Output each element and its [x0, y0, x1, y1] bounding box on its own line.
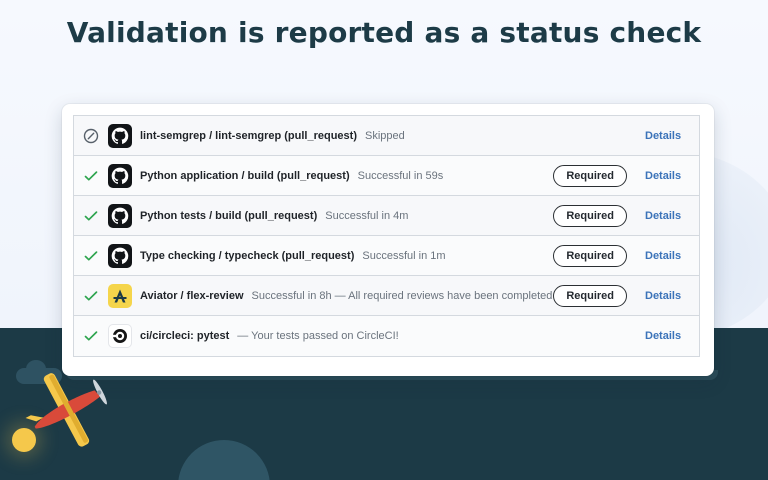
- check-description: Successful in 8h — All required reviews …: [251, 289, 553, 302]
- details-link[interactable]: Details: [645, 210, 689, 222]
- github-icon: [108, 123, 132, 148]
- details-link[interactable]: Details: [645, 290, 689, 302]
- details-link[interactable]: Details: [645, 130, 689, 142]
- check-name: Type checking / typecheck (pull_request): [140, 249, 355, 262]
- check-name: ci/circleci: pytest: [140, 330, 230, 342]
- details-link[interactable]: Details: [645, 250, 689, 262]
- aviator-logo: [108, 283, 132, 308]
- github-icon: [108, 203, 132, 228]
- check-icon: [84, 250, 98, 261]
- check-name: Aviator / flex-review: [140, 289, 244, 302]
- check-name: lint-semgrep / lint-semgrep (pull_reques…: [140, 129, 357, 142]
- check-description: — Your tests passed on CircleCI!: [237, 330, 399, 342]
- check-row-aviator: Aviator / flex-review Successful in 8h —…: [74, 276, 699, 316]
- required-badge: Required: [553, 284, 627, 307]
- check-icon: [84, 210, 98, 221]
- skipped-icon: [83, 128, 99, 143]
- check-name: Python tests / build (pull_request): [140, 209, 318, 222]
- required-badge: Required: [553, 244, 627, 267]
- airplane-icon: [25, 373, 107, 447]
- circleci-logo: [108, 324, 132, 348]
- details-link[interactable]: Details: [645, 330, 689, 342]
- github-icon: [108, 243, 132, 268]
- github-icon: [108, 163, 132, 188]
- check-icon: [84, 170, 98, 181]
- required-badge: Required: [553, 164, 627, 187]
- check-name: Python application / build (pull_request…: [140, 169, 350, 182]
- check-row-python-tests: Python tests / build (pull_request) Succ…: [74, 196, 699, 236]
- details-link[interactable]: Details: [645, 170, 689, 182]
- check-description: Successful in 59s: [357, 169, 444, 182]
- check-row-circleci: ci/circleci: pytest — Your tests passed …: [74, 316, 699, 356]
- page-headline: Validation is reported as a status check: [66, 16, 702, 49]
- check-description: Skipped: [364, 129, 405, 142]
- check-icon: [84, 290, 98, 301]
- check-row-lint-semgrep: lint-semgrep / lint-semgrep (pull_reques…: [74, 116, 699, 156]
- check-icon: [84, 331, 98, 341]
- required-badge: Required: [553, 204, 627, 227]
- check-description: Successful in 1m: [362, 249, 446, 262]
- status-checks-card: lint-semgrep / lint-semgrep (pull_reques…: [62, 104, 714, 376]
- check-row-type-checking: Type checking / typecheck (pull_request)…: [74, 236, 699, 276]
- check-description: Successful in 4m: [325, 209, 409, 222]
- status-checks-list: lint-semgrep / lint-semgrep (pull_reques…: [73, 115, 700, 357]
- check-row-python-application: Python application / build (pull_request…: [74, 156, 699, 196]
